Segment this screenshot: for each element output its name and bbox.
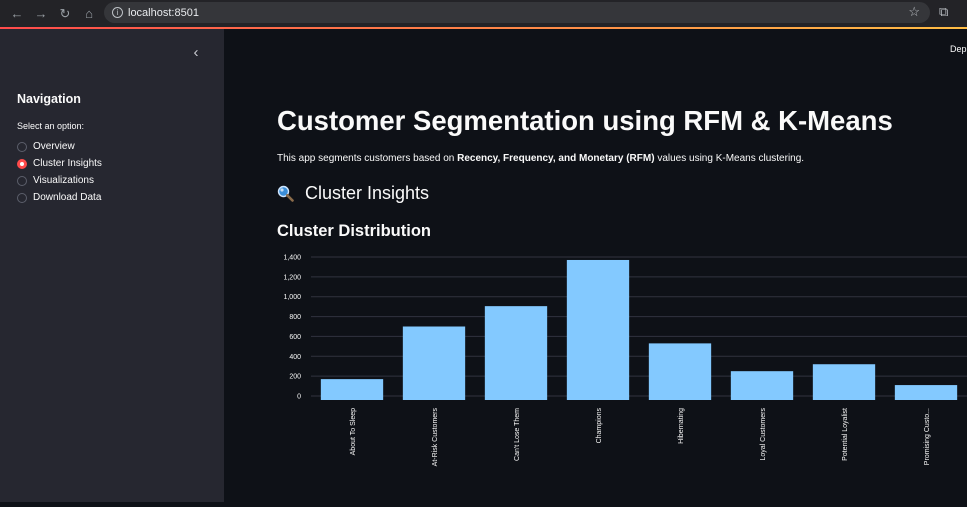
x-tick-label: About To Sleep bbox=[350, 408, 357, 455]
bar[interactable] bbox=[894, 385, 958, 400]
bar[interactable] bbox=[566, 259, 630, 400]
deploy-button[interactable]: Depl bbox=[950, 44, 967, 54]
sidebar-title: Navigation bbox=[17, 92, 81, 106]
chart-svg[interactable]: 0 200 400 600 800 1,000 1,200 1,400 About To Sle… bbox=[274, 250, 967, 502]
bar[interactable] bbox=[730, 371, 794, 400]
radio-button-icon[interactable] bbox=[17, 192, 27, 203]
radio-visualizations[interactable]: Visualizations bbox=[17, 172, 102, 189]
radio-button-selected-icon[interactable] bbox=[17, 158, 27, 169]
browser-toolbar: ← → ↻ ⌂ i localhost:8501 ☆ ⧉ bbox=[0, 0, 967, 27]
main-content: Depl Customer Segmentation using RFM & K… bbox=[224, 29, 967, 502]
address-bar[interactable]: i localhost:8501 ☆ bbox=[104, 2, 930, 23]
radio-download-data[interactable]: Download Data bbox=[17, 189, 102, 206]
radio-overview[interactable]: Overview bbox=[17, 138, 102, 155]
site-info-icon[interactable]: i bbox=[112, 7, 123, 18]
desc-suffix: values using K-Means clustering. bbox=[654, 153, 805, 164]
radio-cluster-insights[interactable]: Cluster Insights bbox=[17, 155, 102, 172]
x-tick-label: Champions bbox=[596, 408, 603, 444]
y-tick-label: 200 bbox=[289, 374, 301, 381]
radio-group-label: Select an option: bbox=[17, 121, 85, 131]
y-tick-label: 0 bbox=[297, 394, 301, 401]
y-tick-label: 1,200 bbox=[283, 274, 301, 281]
app-description: This app segments customers based on Rec… bbox=[277, 153, 804, 164]
forward-icon[interactable]: → bbox=[30, 3, 52, 25]
y-tick-label: 400 bbox=[289, 354, 301, 361]
magnifier-icon bbox=[277, 185, 294, 202]
x-tick-label: Hibernating bbox=[678, 408, 685, 444]
desc-prefix: This app segments customers based on bbox=[277, 153, 458, 164]
x-tick-label: Loyal Customers bbox=[760, 408, 767, 461]
y-tick-label: 600 bbox=[289, 334, 301, 341]
back-icon[interactable]: ← bbox=[6, 3, 28, 25]
page-title: Customer Segmentation using RFM & K-Mean… bbox=[277, 105, 893, 136]
extensions-icon[interactable]: ⧉ bbox=[939, 4, 948, 20]
sidebar: ‹ Navigation Select an option: Overview … bbox=[0, 29, 224, 502]
x-tick-label: Can't Lose Them bbox=[514, 408, 521, 461]
bar-chart[interactable]: 0 200 400 600 800 1,000 1,200 1,400 About To Sle… bbox=[274, 250, 967, 502]
x-tick-label: Promising Custo... bbox=[924, 408, 931, 465]
bookmark-star-icon[interactable]: ☆ bbox=[908, 4, 920, 20]
radio-group: Overview Cluster Insights Visualizations… bbox=[17, 138, 102, 206]
chart-title: Cluster Distribution bbox=[277, 222, 432, 240]
radio-label: Overview bbox=[33, 141, 75, 152]
bar[interactable] bbox=[648, 343, 712, 400]
bar[interactable] bbox=[812, 364, 876, 400]
section-heading: Cluster Insights bbox=[277, 183, 429, 204]
radio-button-icon[interactable] bbox=[17, 141, 27, 152]
x-tick-label: Potential Loyalist bbox=[842, 408, 849, 461]
home-icon[interactable]: ⌂ bbox=[78, 3, 100, 25]
reload-icon[interactable]: ↻ bbox=[54, 3, 76, 25]
y-tick-label: 1,000 bbox=[283, 294, 301, 301]
radio-label: Download Data bbox=[33, 192, 102, 203]
collapse-sidebar-icon[interactable]: ‹ bbox=[189, 44, 203, 62]
bar[interactable] bbox=[402, 326, 466, 401]
radio-label: Cluster Insights bbox=[33, 158, 102, 169]
y-tick-label: 1,400 bbox=[283, 255, 301, 262]
y-tick-label: 800 bbox=[289, 314, 301, 321]
desc-bold: Recency, Frequency, and Monetary (RFM) bbox=[457, 153, 655, 164]
url-text[interactable]: localhost:8501 bbox=[128, 7, 199, 19]
bar[interactable] bbox=[484, 306, 548, 400]
section-title: Cluster Insights bbox=[305, 183, 430, 203]
bar[interactable] bbox=[320, 379, 384, 400]
radio-label: Visualizations bbox=[33, 175, 94, 186]
radio-button-icon[interactable] bbox=[17, 175, 27, 186]
x-tick-label: At-Risk Customers bbox=[432, 408, 439, 467]
